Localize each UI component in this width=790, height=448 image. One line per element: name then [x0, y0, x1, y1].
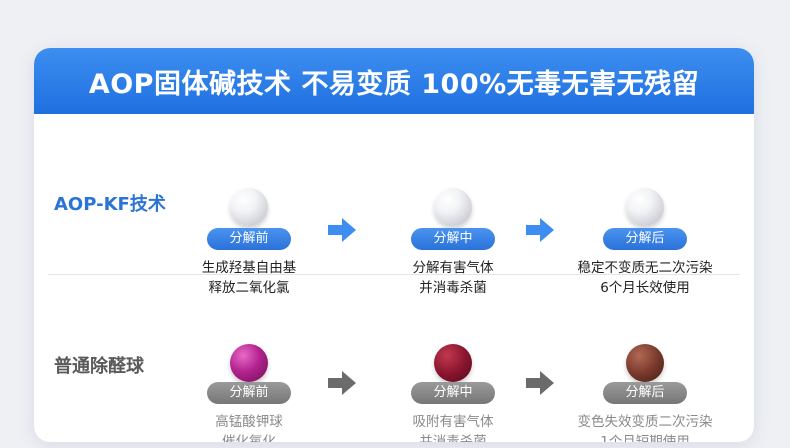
row-normal-ball: 普通除醛球 分解前 高锰酸钾球 催化氧化 分解中 吸附有害气体 并消毒杀菌 分解… [34, 276, 754, 442]
badge-normal-before: 分解前 [207, 382, 291, 404]
purple-ball-icon [230, 344, 268, 382]
badge-kf-after: 分解后 [603, 228, 687, 250]
comparison-card: AOP固体碱技术 不易变质 100%无毒无害无残留 AOP-KF技术 分解前 生… [34, 48, 754, 442]
desc-normal-after: 变色失效变质二次污染 1个月短期使用 [570, 412, 720, 442]
arrow-right-icon [328, 370, 356, 396]
row-label-normal: 普通除醛球 [54, 356, 144, 377]
arrow-right-icon [526, 217, 554, 243]
row-aop-kf: AOP-KF技术 分解前 生成羟基自由基 释放二氧化氯 分解中 分解有害气体 并… [34, 114, 754, 296]
row-divider [48, 274, 740, 275]
desc-line: 吸附有害气体 [412, 414, 494, 430]
desc-line: 变色失效变质二次污染 [577, 414, 713, 430]
badge-kf-during: 分解中 [411, 228, 495, 250]
desc-normal-before: 高锰酸钾球 催化氧化 [174, 412, 324, 442]
maroon-ball-icon [434, 344, 472, 382]
header-banner: AOP固体碱技术 不易变质 100%无毒无害无残留 [34, 48, 754, 114]
brown-ball-icon [626, 344, 664, 382]
arrow-right-icon [328, 217, 356, 243]
badge-normal-after: 分解后 [603, 382, 687, 404]
desc-normal-during: 吸附有害气体 并消毒杀菌 [378, 412, 528, 442]
desc-line: 高锰酸钾球 [215, 414, 283, 430]
desc-line: 1个月短期使用 [600, 434, 690, 442]
arrow-right-icon [526, 370, 554, 396]
white-ball-icon [626, 188, 664, 226]
page-title: AOP固体碱技术 不易变质 100%无毒无害无残留 [88, 68, 700, 100]
white-ball-icon [230, 188, 268, 226]
desc-line: 生成羟基自由基 [201, 260, 297, 276]
desc-line: 催化氧化 [222, 434, 276, 442]
badge-kf-before: 分解前 [207, 228, 291, 250]
desc-line: 并消毒杀菌 [419, 434, 487, 442]
badge-normal-during: 分解中 [411, 382, 495, 404]
white-ball-icon [434, 188, 472, 226]
desc-line: 分解有害气体 [412, 260, 494, 276]
desc-line: 稳定不变质无二次污染 [577, 260, 713, 276]
row-label-aop-kf: AOP-KF技术 [54, 194, 166, 215]
